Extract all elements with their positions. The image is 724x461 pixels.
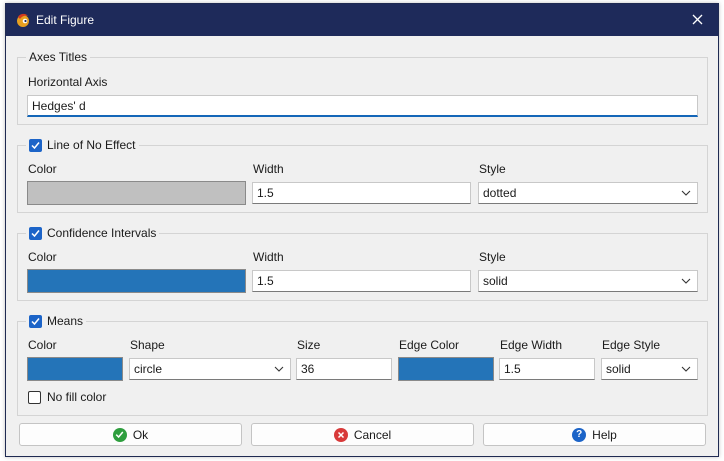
lne-style-value: dotted	[483, 186, 517, 200]
means-size-input[interactable]: 36	[296, 358, 392, 380]
confidence-intervals-checkbox[interactable]	[29, 226, 42, 240]
means-edge-style-label: Edge Style	[602, 338, 661, 352]
ci-style-label: Style	[479, 250, 506, 264]
line-of-no-effect-label: Line of No Effect	[47, 138, 136, 152]
means-edge-color-swatch[interactable]	[398, 357, 494, 381]
ok-label: Ok	[132, 427, 149, 442]
axes-titles-label: Axes Titles	[29, 50, 88, 64]
chevron-down-icon	[681, 190, 691, 196]
cancel-circle-icon	[333, 427, 348, 442]
checkbox-icon	[31, 317, 40, 325]
means-legend: Means	[26, 314, 87, 328]
chevron-down-icon	[681, 278, 691, 284]
ci-width-label: Width	[253, 250, 284, 264]
help-label: Help	[592, 427, 617, 442]
line-of-no-effect-checkbox[interactable]	[29, 138, 42, 152]
means-edge-width-label: Edge Width	[500, 338, 563, 352]
means-edge-width-input[interactable]: 1.5	[499, 358, 595, 380]
window-title: Edit Figure	[36, 13, 95, 27]
lne-width-label: Width	[253, 162, 284, 176]
ci-width-input[interactable]: 1.5	[252, 270, 471, 292]
no-fill-color-option[interactable]: No fill color	[28, 390, 106, 404]
horizontal-axis-input[interactable]: Hedges' d	[27, 95, 698, 117]
checkbox-icon	[31, 141, 40, 149]
close-button[interactable]	[678, 4, 718, 36]
means-edge-color-label: Edge Color	[399, 338, 460, 352]
means-shape-value: circle	[134, 362, 163, 376]
no-fill-color-checkbox[interactable]	[28, 390, 41, 404]
lne-width-input[interactable]: 1.5	[252, 182, 471, 204]
axes-titles-legend: Axes Titles	[26, 50, 91, 64]
means-color-label: Color	[28, 338, 57, 352]
ci-color-swatch[interactable]	[27, 269, 246, 293]
means-color-swatch[interactable]	[27, 357, 123, 381]
edit-figure-dialog: Edit Figure Axes Titles Horizontal Axis …	[5, 3, 719, 457]
means-edge-style-value: solid	[606, 362, 631, 376]
app-logo-icon	[17, 13, 29, 27]
checkbox-icon	[31, 229, 40, 237]
confidence-intervals-label: Confidence Intervals	[47, 226, 157, 240]
means-edge-style-select[interactable]: solid	[601, 358, 698, 380]
title-bar: Edit Figure	[6, 4, 718, 36]
help-button[interactable]: ? Help	[483, 423, 706, 446]
check-circle-icon	[112, 427, 127, 442]
lne-color-swatch[interactable]	[27, 181, 246, 205]
line-of-no-effect-legend: Line of No Effect	[26, 138, 139, 152]
lne-style-label: Style	[479, 162, 506, 176]
chevron-down-icon	[681, 366, 691, 372]
ci-style-value: solid	[483, 274, 508, 288]
close-icon	[692, 14, 703, 25]
means-label: Means	[47, 314, 84, 328]
means-size-label: Size	[297, 338, 321, 352]
horizontal-axis-label: Horizontal Axis	[28, 75, 108, 89]
ci-style-select[interactable]: solid	[478, 270, 698, 292]
means-shape-select[interactable]: circle	[129, 358, 291, 380]
lne-style-select[interactable]: dotted	[478, 182, 698, 204]
means-checkbox[interactable]	[29, 314, 42, 328]
cancel-label: Cancel	[353, 427, 392, 442]
means-shape-label: Shape	[130, 338, 165, 352]
confidence-intervals-legend: Confidence Intervals	[26, 226, 160, 240]
ci-color-label: Color	[28, 250, 57, 264]
no-fill-color-label: No fill color	[47, 390, 107, 404]
help-circle-icon: ?	[572, 427, 587, 442]
lne-color-label: Color	[28, 162, 57, 176]
ok-button[interactable]: Ok	[19, 423, 242, 446]
chevron-down-icon	[274, 366, 284, 372]
cancel-button[interactable]: Cancel	[251, 423, 474, 446]
